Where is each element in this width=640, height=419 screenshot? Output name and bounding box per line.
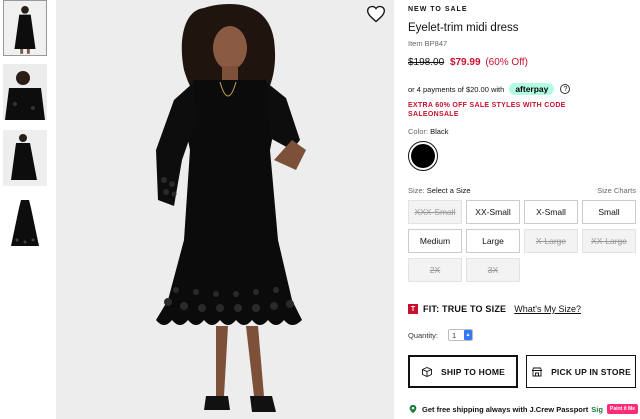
color-selected: Black <box>430 127 449 136</box>
afterpay-text: or 4 payments of $20.00 with <box>408 84 505 94</box>
product-title: Eyelet-trim midi dress <box>408 22 519 34</box>
size-option-xxx-small[interactable]: XXX-Small <box>408 200 462 224</box>
size-label-row: Size: Select a Size Size Charts <box>408 186 636 195</box>
favorite-heart-icon[interactable] <box>366 4 386 24</box>
store-icon <box>531 367 543 376</box>
thumbnail-1[interactable] <box>3 0 47 56</box>
quantity-row: Quantity: 1 ▲ <box>408 329 474 341</box>
size-option-x-large[interactable]: X-Large <box>524 229 578 253</box>
location-pin-icon <box>409 404 417 414</box>
promo-message: EXTRA 60% OFF SALE STYLES WITH CODE SALE… <box>408 102 566 118</box>
thumbnail-4-image <box>3 196 47 252</box>
ship-to-home-label: SHIP TO HOME <box>441 366 505 377</box>
size-charts-link[interactable]: Size Charts <box>597 186 636 195</box>
thumbnail-3-image <box>3 130 47 186</box>
afterpay-logo[interactable]: afterpay <box>509 83 555 95</box>
color-swatch-black[interactable] <box>408 141 438 171</box>
paint-it-me-badge[interactable]: Paint it Me <box>606 404 638 414</box>
thumbnail-1-image <box>4 1 46 55</box>
price-row: $198.00 $79.99 (60% Off) <box>408 57 528 68</box>
box-icon <box>422 366 432 377</box>
size-prompt: Select a Size <box>426 186 471 195</box>
size-option-medium[interactable]: Medium <box>408 229 462 253</box>
sign-in-link[interactable]: Sig <box>591 405 603 414</box>
ship-to-home-button[interactable]: SHIP TO HOME <box>408 355 518 388</box>
chevron-updown-icon: ▲ <box>464 330 473 340</box>
item-number: Item BP847 <box>408 39 448 48</box>
product-main-image <box>56 0 394 419</box>
discount-percent: (60% Off) <box>485 57 528 68</box>
new-to-sale-badge: NEW TO SALE <box>408 6 468 13</box>
model-photo <box>56 0 394 419</box>
size-option-small[interactable]: Small <box>582 200 636 224</box>
thumbnail-strip <box>0 0 50 419</box>
pick-up-in-store-button[interactable]: PICK UP IN STORE <box>526 355 636 388</box>
fit-row: T FIT: TRUE TO SIZE What's My Size? <box>408 304 581 314</box>
sale-price: $79.99 <box>449 57 481 68</box>
size-option-xx-small[interactable]: XX-Small <box>466 200 520 224</box>
thumbnail-2-image <box>3 64 47 120</box>
size-option-xx-large[interactable]: XX-Large <box>582 229 636 253</box>
free-shipping-text: Get free shipping always with J.Crew Pas… <box>422 404 589 414</box>
afterpay-row: or 4 payments of $20.00 with afterpay ? <box>408 83 571 95</box>
size-option-x-small[interactable]: X-Small <box>524 200 578 224</box>
whats-my-size-link[interactable]: What's My Size? <box>514 304 581 314</box>
color-label-row: Color: Black <box>408 127 448 136</box>
fit-text: FIT: TRUE TO SIZE <box>423 304 507 314</box>
info-icon[interactable]: ? <box>560 84 571 94</box>
size-option-large[interactable]: Large <box>466 229 520 253</box>
product-details: NEW TO SALE Eyelet-trim midi dress Item … <box>408 0 640 419</box>
fit-badge-icon: T <box>408 304 418 314</box>
size-option-3x[interactable]: 3X <box>466 258 520 282</box>
quantity-select[interactable]: 1 ▲ <box>448 329 474 341</box>
swatch-fill <box>411 144 435 168</box>
quantity-value: 1 <box>452 330 457 340</box>
thumbnail-3[interactable] <box>3 130 47 186</box>
size-option-2x[interactable]: 2X <box>408 258 462 282</box>
pick-up-in-store-label: PICK UP IN STORE <box>551 366 631 377</box>
size-label: Size: <box>408 186 425 195</box>
quantity-label: Quantity: <box>408 330 439 340</box>
color-label: Color: <box>408 127 429 136</box>
thumbnail-2[interactable] <box>3 64 47 120</box>
free-shipping-row: Get free shipping always with J.Crew Pas… <box>408 404 640 414</box>
original-price: $198.00 <box>408 57 445 68</box>
thumbnail-4[interactable] <box>3 196 47 252</box>
